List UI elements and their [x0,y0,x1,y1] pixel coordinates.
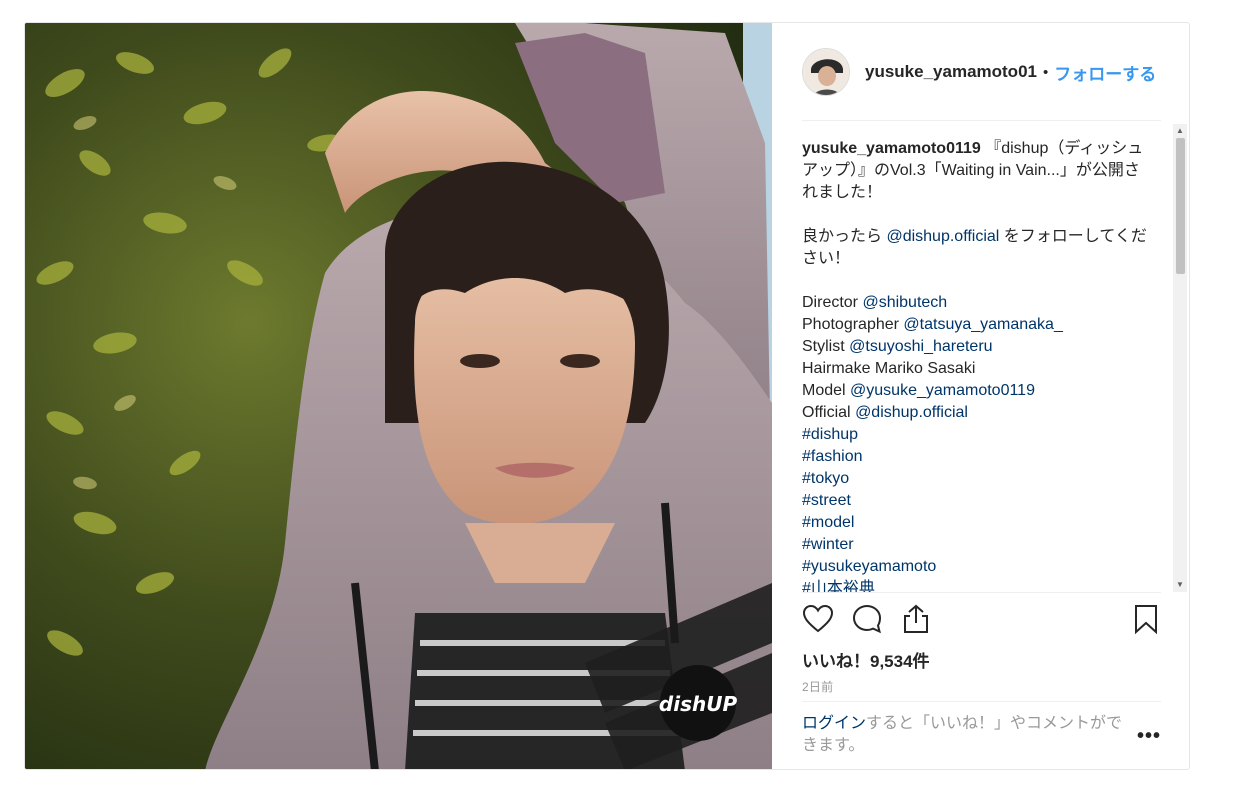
credit-mention-link[interactable]: @tatsuya_yamanaka_ [903,316,1062,333]
heart-icon[interactable] [802,603,834,635]
hashtag-line: #dishup [802,424,1154,446]
hashtag-line: #tokyo [802,468,1154,490]
credit-line: Director @shibutech [802,292,1154,314]
credit-role: Model [802,382,851,399]
hashtag-line: #yusukeyamamoto [802,556,1154,578]
action-bar [802,601,1161,641]
avatar[interactable] [802,48,850,96]
caption-intro: yusuke_yamamoto0119 『dishup（ディッシュアップ）』のV… [802,138,1154,204]
dishup-logo-text: dishUP [659,692,738,716]
post-sidebar: yusuke_yamamoto0119 • フォローする yusuke_yama… [772,23,1189,769]
hashtag-link[interactable]: #winter [802,536,854,553]
hashtag-link[interactable]: #fashion [802,448,863,465]
actions-divider [802,592,1161,593]
login-prompt: ログインすると「いいね！」やコメントができます。 [802,713,1132,757]
comments-scrollbar[interactable]: ▲ ▼ [1173,124,1187,592]
post-header: yusuke_yamamoto0119 • フォローする [772,23,1189,121]
hashtag-link[interactable]: #tokyo [802,470,849,487]
hashtag-line: #山本裕典 [802,578,1154,592]
scroll-down-arrow-icon[interactable]: ▼ [1176,580,1184,590]
share-icon[interactable] [900,603,932,635]
comment-icon[interactable] [851,603,883,635]
mention-link[interactable]: @dishup.official [886,228,999,245]
avatar-image [803,49,849,95]
hashtag-link[interactable]: #street [802,492,851,509]
hashtag-line: #winter [802,534,1154,556]
credit-line: Official @dishup.official [802,402,1154,424]
caption-line2-pre: 良かったら [802,228,887,245]
credit-line: Hairmake Mariko Sasaki [802,358,1154,380]
comments-area[interactable]: yusuke_yamamoto0119 『dishup（ディッシュアップ）』のV… [772,122,1189,592]
header-divider [802,120,1161,121]
hashtag-link[interactable]: #yusukeyamamoto [802,558,936,575]
credit-line: Photographer @tatsuya_yamanaka_ [802,314,1154,336]
post-timestamp[interactable]: 2日前 [802,678,833,695]
hashtag-line: #street [802,490,1154,512]
credit-role: Hairmake Mariko Sasaki [802,360,976,377]
credit-line: Stylist @tsuyoshi_hareteru [802,336,1154,358]
caption-follow-line: 良かったら @dishup.official をフォローしてください！ [802,226,1154,270]
credit-mention-link[interactable]: @dishup.official [855,404,968,421]
credit-role: Stylist [802,338,850,355]
credit-mention-link[interactable]: @tsuyoshi_hareteru [849,338,992,355]
follow-button[interactable]: フォローする [1054,60,1156,85]
post-username[interactable]: yusuke_yamamoto0119 [865,62,1037,82]
instagram-post: dishUP yusuke_yamamoto0119 • フォローする yusu… [24,22,1190,770]
post-caption: yusuke_yamamoto0119 『dishup（ディッシュアップ）』のV… [802,138,1154,592]
scroll-up-arrow-icon[interactable]: ▲ [1176,126,1184,136]
credit-role: Director [802,294,863,311]
login-link[interactable]: ログイン [802,715,866,732]
separator-dot: • [1043,63,1049,81]
credit-line: Model @yusuke_yamamoto0119 [802,380,1154,402]
post-photo[interactable]: dishUP [25,23,772,769]
hashtag-link[interactable]: #model [802,514,854,531]
credit-mention-link[interactable]: @shibutech [862,294,947,311]
scrollbar-thumb[interactable] [1176,138,1185,274]
hashtag-link[interactable]: #山本裕典 [802,580,875,592]
credit-mention-link[interactable]: @yusuke_yamamoto0119 [850,382,1035,399]
bottom-divider [802,701,1161,702]
likes-count[interactable]: いいね！9,534件 [802,647,930,672]
caption-author[interactable]: yusuke_yamamoto0119 [802,140,981,157]
credit-role: Photographer [802,316,904,333]
hashtag-line: #model [802,512,1154,534]
hashtag-line: #fashion [802,446,1154,468]
credit-role: Official [802,404,856,421]
more-options-button[interactable]: ••• [1137,725,1161,748]
hashtag-link[interactable]: #dishup [802,426,858,443]
bookmark-icon[interactable] [1130,603,1162,635]
post-photo-image: dishUP [25,23,772,769]
